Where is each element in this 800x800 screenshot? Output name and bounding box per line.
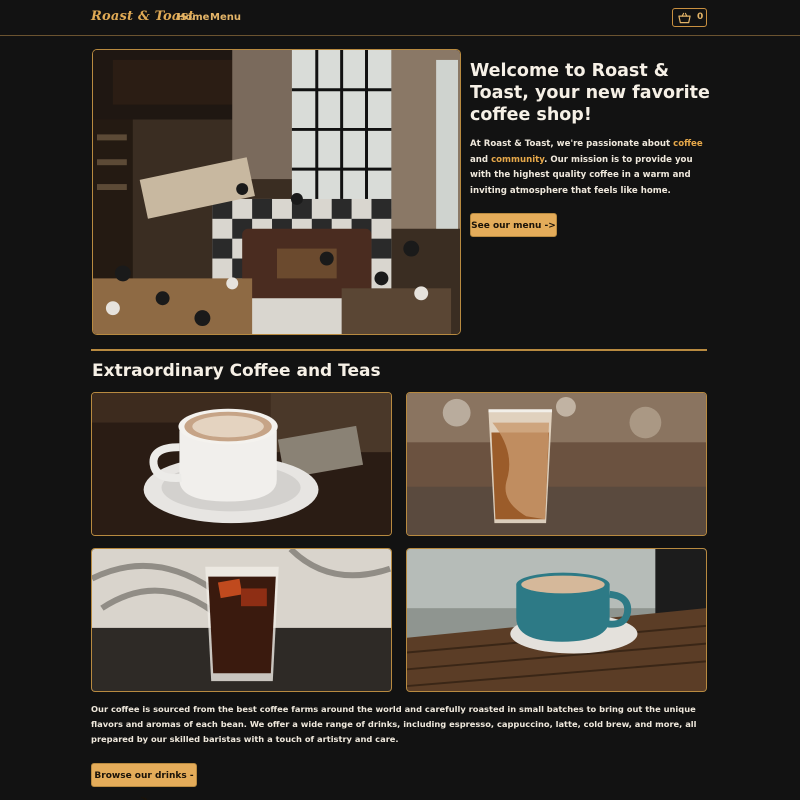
- nav-link-menu[interactable]: Menu: [210, 12, 241, 23]
- nav-link-home[interactable]: Home: [177, 12, 209, 23]
- top-nav: Roast & Toast Home Menu 0: [0, 0, 800, 36]
- hero-text-part: At Roast & Toast, we're passionate about: [470, 139, 674, 149]
- cold-brew-image: [91, 548, 392, 692]
- highlight-community: community: [491, 154, 545, 165]
- cart-count: 0: [697, 12, 704, 22]
- section-title: Extraordinary Coffee and Teas: [92, 361, 381, 381]
- hero-description: At Roast & Toast, we're passionate about…: [470, 137, 710, 199]
- latte-image: [406, 548, 707, 692]
- see-menu-button[interactable]: See our menu ->: [470, 213, 557, 237]
- hero-text-part: and: [470, 154, 492, 165]
- browse-drinks-button[interactable]: Browse our drinks ->: [91, 763, 197, 800]
- hero-title: Welcome to Roast & Toast, your new favor…: [470, 61, 710, 125]
- iced-coffee-image: [406, 392, 707, 536]
- section-divider: [91, 349, 707, 351]
- hero-image: [92, 49, 461, 335]
- cappuccino-image: [91, 392, 392, 536]
- highlight-coffee: coffee: [673, 139, 703, 149]
- shopping-basket-icon: [678, 12, 691, 24]
- cart-button[interactable]: 0: [672, 8, 707, 27]
- coffee-description: Our coffee is sourced from the best coff…: [91, 704, 697, 744]
